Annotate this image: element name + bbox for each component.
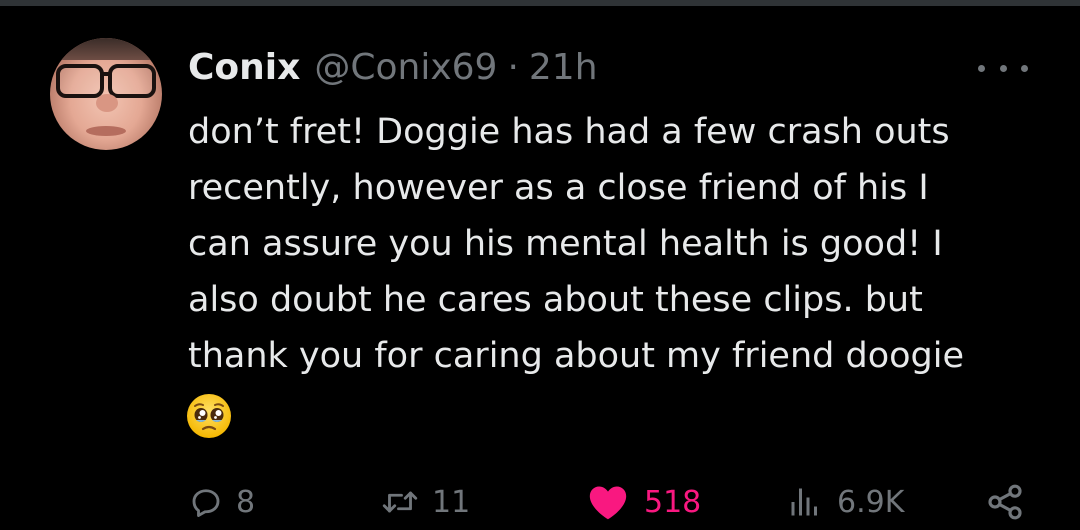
retweet-icon: [382, 491, 418, 513]
avatar-glasses-left: [56, 64, 104, 98]
tweet-header: Conix @Conix69 · 21h: [188, 42, 598, 92]
avatar-mouth: [86, 126, 126, 136]
reply-icon: [192, 489, 220, 517]
views-count: 6.9K: [837, 484, 905, 520]
reply-count: 8: [236, 484, 256, 520]
more-dot: [1021, 64, 1028, 72]
tweet-actions-bar: 8 11 518 6.9K: [0, 480, 1080, 524]
avatar-glasses-right: [108, 64, 156, 98]
tweet-text-line: don’t fret! Doggie has had a few crash o…: [188, 112, 950, 152]
top-divider: [0, 0, 1080, 6]
more-options-icon[interactable]: [978, 58, 1028, 78]
tweet-text-line: also doubt he cares about these clips. b…: [188, 280, 923, 320]
avatar-hair: [50, 38, 162, 60]
retweet-button[interactable]: 11: [380, 480, 470, 524]
views-button[interactable]: 6.9K: [785, 480, 904, 524]
avatar[interactable]: [50, 38, 162, 150]
share-icon: [988, 484, 1022, 520]
author-handle[interactable]: @Conix69: [314, 47, 497, 88]
more-dot: [999, 64, 1007, 72]
more-dot: [978, 64, 985, 72]
tweet-text: don’t fret! Doggie has had a few crash o…: [188, 104, 1058, 384]
like-button[interactable]: 518: [586, 480, 701, 524]
heart-filled-icon: [589, 486, 627, 520]
share-button[interactable]: [985, 480, 1025, 524]
retweet-count: 11: [432, 484, 471, 520]
author-display-name[interactable]: Conix: [188, 47, 300, 88]
reply-button[interactable]: 8: [188, 480, 255, 524]
tweet-text-line: recently, however as a close friend of h…: [188, 168, 929, 208]
pleading-face-emoji: [187, 394, 231, 438]
tweet-text-line: can assure you his mental health is good…: [188, 224, 943, 264]
tweet-timestamp[interactable]: 21h: [529, 47, 598, 88]
tweet-text-line: thank you for caring about my friend doo…: [188, 336, 964, 376]
header-separator: ·: [507, 46, 519, 88]
views-bar-chart-icon: [791, 488, 817, 516]
avatar-nose: [96, 94, 118, 112]
like-count: 518: [644, 484, 702, 520]
